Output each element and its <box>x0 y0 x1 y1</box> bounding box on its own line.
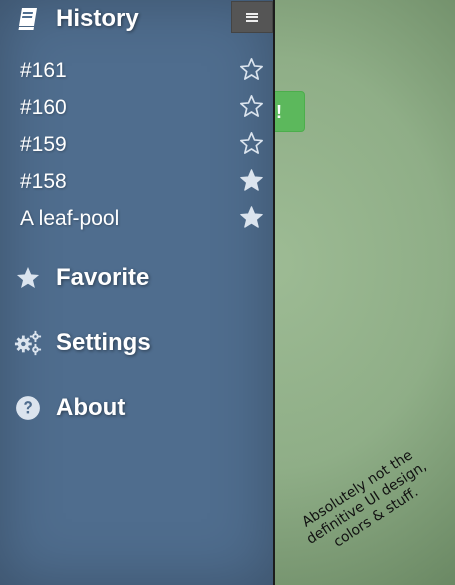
history-item-158[interactable]: #158 <box>0 163 273 200</box>
history-item-label: #159 <box>20 132 67 156</box>
disclaimer-text: Absolutely not the definitive UI design,… <box>299 447 430 551</box>
history-item-161[interactable]: #161 <box>0 52 273 89</box>
star-icon <box>14 264 42 292</box>
history-item-label: #161 <box>20 58 67 82</box>
question-circle-icon <box>14 394 42 422</box>
history-item-label: A leaf-pool <box>20 206 120 230</box>
history-list: #161 #160 #159 #158 A leaf-pool <box>0 52 273 237</box>
favorite-header[interactable]: Favorite <box>14 264 149 292</box>
favorite-label: Favorite <box>56 264 150 291</box>
history-item-label: #158 <box>20 169 67 193</box>
settings-label: Settings <box>56 329 151 356</box>
star-outline-icon[interactable] <box>239 94 264 119</box>
star-outline-icon[interactable] <box>239 57 264 82</box>
star-outline-icon[interactable] <box>239 131 264 156</box>
star-filled-icon[interactable] <box>239 205 264 230</box>
history-label: History <box>56 5 139 32</box>
book-icon <box>14 5 42 33</box>
menu-toggle-button[interactable] <box>231 1 273 33</box>
about-label: About <box>56 394 126 421</box>
history-item-leaf-pool[interactable]: A leaf-pool <box>0 200 273 237</box>
sidebar: History #161 #160 #159 #158 A leaf-pool … <box>0 0 275 585</box>
history-item-160[interactable]: #160 <box>0 89 273 126</box>
gears-icon <box>14 329 42 357</box>
history-item-159[interactable]: #159 <box>0 126 273 163</box>
settings-header[interactable]: Settings <box>14 329 151 357</box>
star-filled-icon[interactable] <box>239 168 264 193</box>
history-item-label: #160 <box>20 95 67 119</box>
hamburger-menu-icon <box>246 12 258 22</box>
about-header[interactable]: About <box>14 394 125 422</box>
history-header[interactable]: History <box>14 5 139 33</box>
